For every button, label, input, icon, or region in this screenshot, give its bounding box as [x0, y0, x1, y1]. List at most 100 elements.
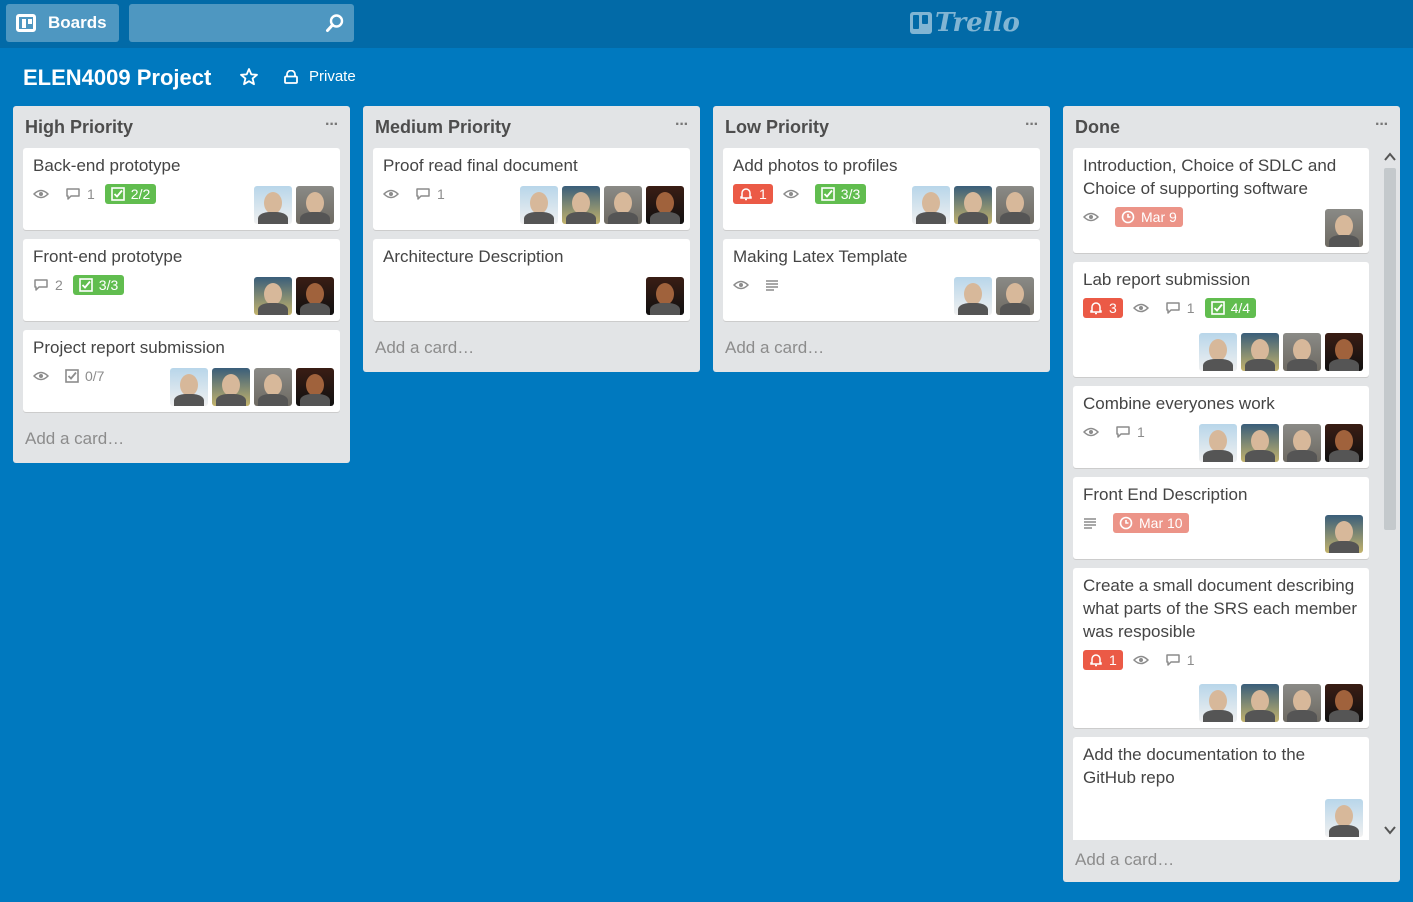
watch-badge [782, 189, 805, 199]
comment-icon [1166, 654, 1180, 666]
avatar[interactable] [254, 277, 292, 315]
list-title[interactable]: High Priority [25, 117, 133, 138]
add-card-button[interactable]: Add a card… [713, 330, 1050, 372]
checklist-count: 3/3 [840, 186, 861, 202]
avatar[interactable] [562, 186, 600, 224]
star-icon[interactable] [239, 67, 259, 87]
card-members [1195, 424, 1363, 462]
avatar[interactable] [1199, 333, 1237, 371]
avatar[interactable] [954, 186, 992, 224]
avatar[interactable] [1283, 333, 1321, 371]
watch-badge [733, 280, 755, 290]
list-scrollbar[interactable] [1380, 148, 1398, 840]
due-date-badge: Mar 9 [1115, 207, 1183, 227]
avatar[interactable] [1325, 684, 1363, 722]
checklist-icon [65, 369, 79, 383]
list-menu-icon[interactable]: ··· [325, 116, 339, 134]
avatar[interactable] [1283, 684, 1321, 722]
card[interactable]: Proof read final document 1 [373, 148, 690, 230]
avatar[interactable] [254, 186, 292, 224]
card[interactable]: Front-end prototype 2 3/3 [23, 239, 340, 321]
card[interactable]: Combine everyones work 1 [1073, 386, 1369, 468]
avatar[interactable] [996, 186, 1034, 224]
trello-logo[interactable]: Trello [910, 8, 1020, 38]
card[interactable]: Introduction, Choice of SDLC and Choice … [1073, 148, 1369, 253]
card-members [250, 186, 334, 224]
list-scroll-area[interactable]: Introduction, Choice of SDLC and Choice … [1063, 148, 1400, 840]
avatar[interactable] [212, 368, 250, 406]
search-input[interactable] [129, 4, 354, 42]
avatar[interactable] [996, 277, 1034, 315]
avatar[interactable] [1199, 424, 1237, 462]
card[interactable]: Back-end prototype 1 2/2 [23, 148, 340, 230]
avatar[interactable] [1283, 424, 1321, 462]
board-title[interactable]: ELEN4009 Project [23, 65, 211, 91]
avatar[interactable] [1241, 684, 1279, 722]
card-title: Making Latex Template [733, 247, 908, 266]
avatar[interactable] [646, 186, 684, 224]
avatar[interactable] [954, 277, 992, 315]
avatar[interactable] [1199, 684, 1237, 722]
avatar[interactable] [1325, 424, 1363, 462]
avatar[interactable] [296, 186, 334, 224]
card[interactable]: Create a small document describing what … [1073, 568, 1369, 728]
avatar[interactable] [1325, 333, 1363, 371]
avatar[interactable] [646, 277, 684, 315]
search-box[interactable] [129, 4, 354, 42]
avatar[interactable] [1241, 333, 1279, 371]
scroll-up-icon[interactable] [1383, 151, 1397, 163]
list-high-priority: High Priority ··· Back-end prototype 1 2… [13, 106, 350, 463]
avatar[interactable] [254, 368, 292, 406]
avatar[interactable] [912, 186, 950, 224]
list-title[interactable]: Medium Priority [375, 117, 511, 138]
card[interactable]: Front End Description Mar 10 [1073, 477, 1369, 559]
watch-badge [1083, 427, 1105, 437]
list-menu-icon[interactable]: ··· [1025, 116, 1039, 134]
avatar[interactable] [604, 186, 642, 224]
add-card-button[interactable]: Add a card… [363, 330, 700, 372]
avatar[interactable] [170, 368, 208, 406]
avatar[interactable] [296, 277, 334, 315]
avatar[interactable] [1241, 424, 1279, 462]
eye-icon [33, 371, 49, 381]
add-card-button[interactable]: Add a card… [1063, 840, 1400, 882]
card-members [1195, 684, 1363, 722]
card[interactable]: Architecture Description [373, 239, 690, 321]
avatar[interactable] [296, 368, 334, 406]
scroll-down-icon[interactable] [1383, 824, 1397, 836]
eye-icon [733, 280, 749, 290]
avatar[interactable] [1325, 799, 1363, 837]
comment-icon [66, 188, 80, 200]
avatar[interactable] [1325, 515, 1363, 553]
description-icon [1084, 518, 1096, 529]
list-title[interactable]: Low Priority [725, 117, 829, 138]
card-members [1321, 515, 1363, 553]
checklist-count: 2/2 [130, 186, 151, 202]
due-date: Mar 9 [1141, 209, 1177, 225]
comment-icon [416, 188, 430, 200]
eye-icon [1132, 303, 1149, 313]
list-menu-icon[interactable]: ··· [1375, 116, 1389, 134]
avatar[interactable] [1325, 209, 1363, 247]
card[interactable]: Add photos to profiles 1 3/3 [723, 148, 1040, 230]
card[interactable]: Lab report submission 3 1 4/4 [1073, 262, 1369, 377]
card-title: Create a small document describing what … [1083, 576, 1358, 641]
card[interactable]: Making Latex Template [723, 239, 1040, 321]
avatar[interactable] [520, 186, 558, 224]
scroll-thumb[interactable] [1384, 168, 1396, 530]
card[interactable]: Add the documentation to the GitHub repo [1073, 737, 1369, 840]
list-menu-icon[interactable]: ··· [675, 116, 689, 134]
boards-button[interactable]: Boards [6, 4, 119, 42]
add-card-button[interactable]: Add a card… [13, 421, 350, 463]
card[interactable]: Project report submission 0/7 [23, 330, 340, 412]
visibility-button[interactable]: Private [283, 68, 356, 85]
list-title[interactable]: Done [1075, 117, 1120, 138]
card-badges: 3 1 4/4 [1083, 297, 1359, 319]
card-title: Front End Description [1083, 485, 1248, 504]
card-title: Lab report submission [1083, 270, 1251, 289]
card-members [1195, 333, 1363, 371]
comments-count: 1 [87, 186, 95, 202]
top-header: Boards Trello [0, 0, 1413, 48]
comments-count: 1 [1186, 652, 1195, 668]
search-icon[interactable] [325, 13, 345, 33]
